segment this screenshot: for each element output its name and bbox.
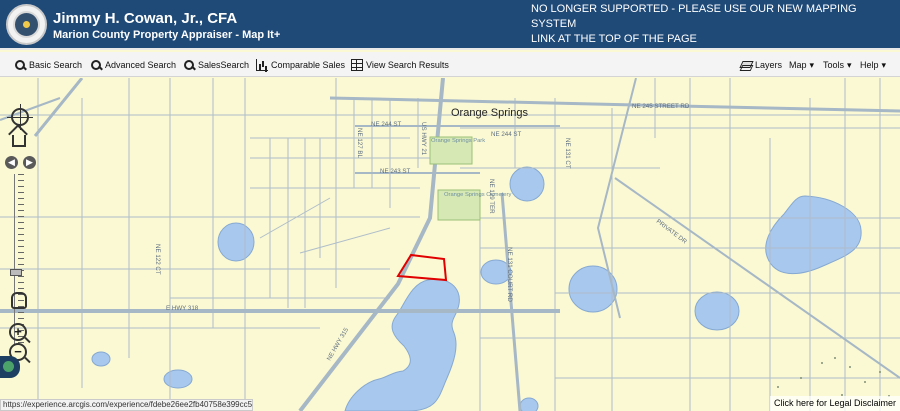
chevron-right-icon: ▶ xyxy=(26,157,33,167)
view-search-results-button[interactable]: View Search Results xyxy=(351,57,449,73)
table-icon xyxy=(351,59,363,71)
pond xyxy=(217,222,255,262)
notice-line-1: NO LONGER SUPPORTED - PLEASE USE OUR NEW… xyxy=(531,3,857,30)
chevron-down-icon: ▾ xyxy=(809,59,815,70)
search-icon xyxy=(183,59,195,71)
road-label-us-hwy-21: US HWY 21 xyxy=(420,122,427,156)
home-icon[interactable] xyxy=(12,135,26,147)
comparable-sales-button[interactable]: Comparable Sales xyxy=(256,57,345,73)
next-extent-button[interactable]: ▶ xyxy=(23,156,36,169)
pond xyxy=(694,291,740,331)
search-toolbar: Basic Search Advanced Search SalesSearch… xyxy=(0,52,900,77)
basic-search-button[interactable]: Basic Search xyxy=(14,57,82,73)
app-title: Marion County Property Appraiser - Map I… xyxy=(53,29,281,41)
map-menu[interactable]: Map ▾ xyxy=(789,57,814,73)
zoom-in-button[interactable]: + xyxy=(9,323,27,341)
map-menu-label: Map xyxy=(789,60,807,70)
sales-search-label: SalesSearch xyxy=(198,60,250,70)
road-label-ne-131-court-rd: NE 131 COURT RD xyxy=(506,247,513,302)
road-label-ne-245-street-rd: NE 245 STREET RD xyxy=(632,103,690,110)
road-label-ne-243-st: NE 243 ST xyxy=(380,168,410,175)
app-launcher-icon[interactable] xyxy=(0,356,20,378)
zoom-slider-handle[interactable] xyxy=(10,269,22,276)
chevron-down-icon: ▾ xyxy=(847,59,852,70)
road-label-ne-129-ter: NE 129 TER xyxy=(488,179,495,214)
search-icon xyxy=(90,59,102,71)
layers-icon xyxy=(740,59,752,71)
sales-search-button[interactable]: SalesSearch xyxy=(183,57,249,73)
view-search-results-label: View Search Results xyxy=(366,60,449,70)
tools-menu-label: Tools xyxy=(823,60,845,70)
comparable-sales-label: Comparable Sales xyxy=(271,60,346,70)
chevron-down-icon: ▾ xyxy=(881,59,887,70)
park-label: Orange Springs Park xyxy=(431,138,485,144)
tools-menu[interactable]: Tools ▾ xyxy=(823,57,852,73)
pan-hand-icon[interactable] xyxy=(11,292,27,309)
road-label-ne-122-ct: NE 122 CT xyxy=(154,244,161,275)
road-label-ne-244-st: NE 244 ST xyxy=(371,121,401,128)
road-label-ne-131-ct: NE 131 CT xyxy=(564,138,571,169)
status-url: https://experience.arcgis.com/experience… xyxy=(0,399,253,411)
advanced-search-button[interactable]: Advanced Search xyxy=(90,57,176,73)
pond xyxy=(91,351,111,367)
parcel-map-svg[interactable]: Orange Springs NE 245 STREET RD NE 244 S… xyxy=(0,78,900,411)
zoom-slider[interactable] xyxy=(14,174,24,344)
map-canvas[interactable]: Orange Springs NE 245 STREET RD NE 244 S… xyxy=(0,78,900,411)
pond xyxy=(163,369,193,389)
road-label-ne-127-bl: NE 127 BL xyxy=(356,128,363,158)
road-label-e-hwy-318: E HWY 318 xyxy=(166,305,199,312)
county-seal-logo xyxy=(6,4,47,45)
cemetery-label: Orange Springs Cemetery xyxy=(444,192,511,198)
help-menu[interactable]: Help ▾ xyxy=(860,57,886,73)
layers-button[interactable]: Layers xyxy=(740,57,782,73)
plus-icon: + xyxy=(14,324,22,339)
app-header: Jimmy H. Cowan, Jr., CFA Marion County P… xyxy=(0,0,900,50)
chevron-left-icon: ◀ xyxy=(8,157,15,167)
pond xyxy=(509,166,545,202)
place-label: Orange Springs xyxy=(451,107,529,119)
layers-label: Layers xyxy=(755,60,783,70)
advanced-search-label: Advanced Search xyxy=(105,60,177,70)
previous-extent-button[interactable]: ◀ xyxy=(5,156,18,169)
search-icon xyxy=(14,59,26,71)
appraiser-name: Jimmy H. Cowan, Jr., CFA xyxy=(53,10,238,27)
help-menu-label: Help xyxy=(860,60,879,70)
notice-line-2: LINK AT THE TOP OF THE PAGE xyxy=(531,33,697,45)
pond xyxy=(519,397,539,411)
basic-search-label: Basic Search xyxy=(29,60,83,70)
pan-crosshair-icon[interactable] xyxy=(7,104,33,130)
bar-chart-icon xyxy=(256,59,268,71)
deprecation-notice: NO LONGER SUPPORTED - PLEASE USE OUR NEW… xyxy=(531,2,891,47)
road-label-ne-244-st: NE 244 ST xyxy=(491,131,521,138)
legal-disclaimer-link[interactable]: Click here for Legal Disclaimer xyxy=(770,396,900,411)
